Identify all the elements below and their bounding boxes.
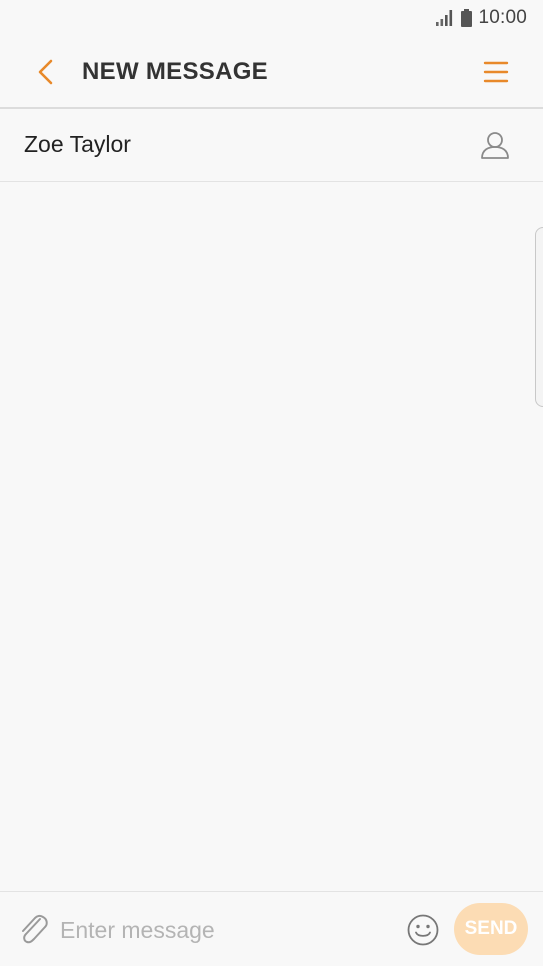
emoji-icon[interactable] (406, 913, 440, 947)
message-composer: SEND (0, 891, 543, 966)
recipient-name[interactable]: Zoe Taylor (24, 131, 131, 158)
new-message-screen: 10:00 NEW MESSAGE Zoe Taylor Enter messa… (0, 0, 543, 966)
message-input[interactable] (60, 910, 390, 950)
conversation-area (0, 182, 543, 892)
chevron-left-icon (38, 59, 53, 85)
paperclip-icon[interactable] (16, 911, 50, 947)
edge-panel-handle[interactable] (535, 227, 543, 407)
recipient-field[interactable]: Zoe Taylor (0, 109, 543, 182)
battery-icon (461, 9, 473, 27)
status-bar: 10:00 (0, 0, 543, 36)
signal-icon (436, 10, 453, 26)
status-time: 10:00 (478, 7, 527, 28)
menu-icon (483, 61, 509, 83)
app-bar: NEW MESSAGE (0, 36, 543, 109)
page-title: NEW MESSAGE (82, 58, 268, 85)
more-options-button[interactable] (481, 56, 511, 88)
contact-person-icon[interactable] (479, 129, 511, 161)
back-button[interactable] (30, 56, 62, 88)
send-button[interactable]: SEND (454, 903, 528, 955)
